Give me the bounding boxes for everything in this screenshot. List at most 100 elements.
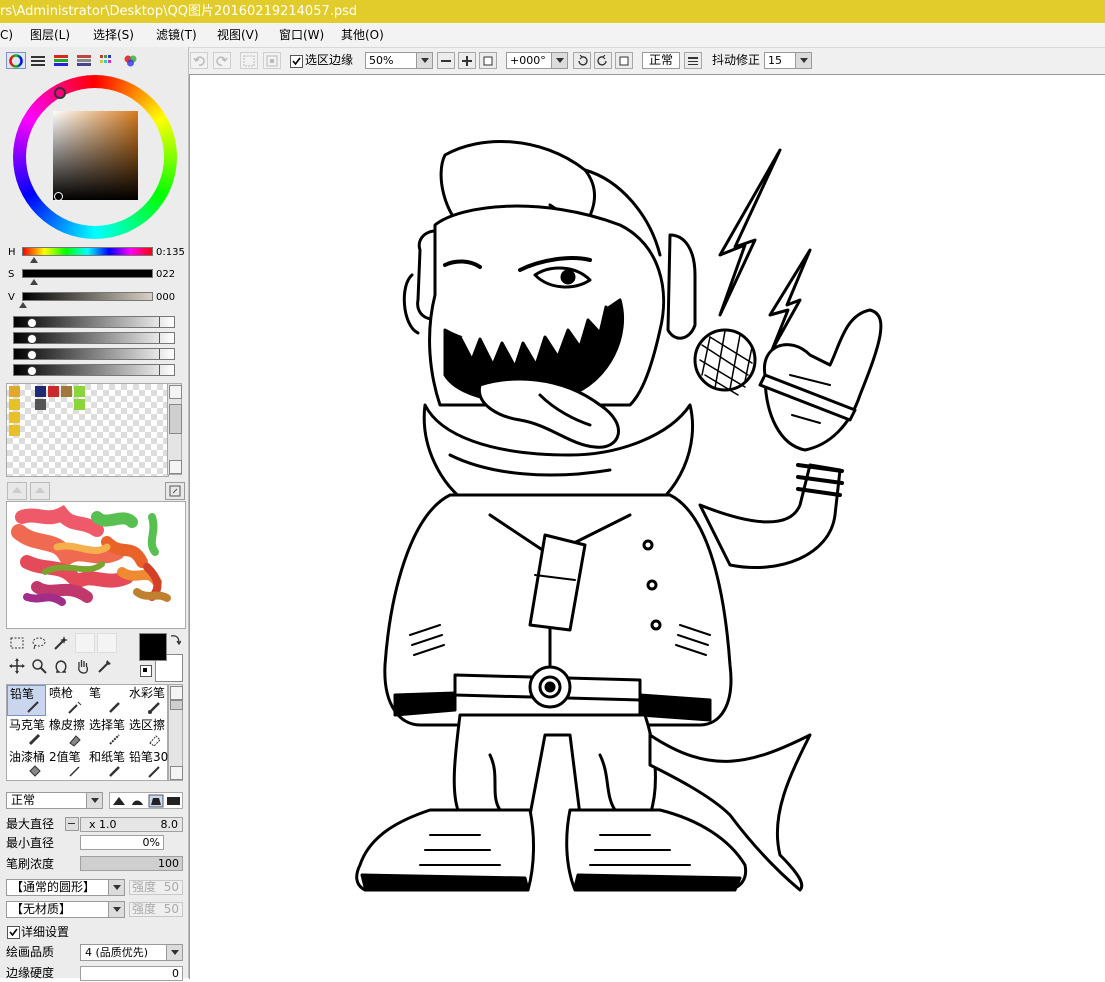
tool-brush[interactable]: 笔	[87, 685, 126, 716]
redo-button[interactable]	[213, 52, 231, 69]
undo-button[interactable]	[190, 52, 208, 69]
brush-shape-selector[interactable]	[109, 792, 183, 809]
rotate-tool[interactable]	[53, 658, 71, 676]
color-mixer-tab[interactable]	[75, 52, 95, 69]
edge-hardness-field[interactable]: 0	[80, 966, 183, 981]
reset-colors-button[interactable]	[140, 665, 152, 677]
saturation-slider[interactable]	[22, 269, 153, 278]
menu-item-other[interactable]: 其他(O)	[341, 23, 384, 47]
menu-item-filter[interactable]: 滤镜(T)	[156, 23, 197, 47]
zoom-combo[interactable]: 50%	[365, 52, 433, 69]
density-field[interactable]: 100	[80, 856, 183, 871]
menu-item-view[interactable]: 视图(V)	[217, 23, 259, 47]
tool-select-pen[interactable]: 选择笔	[87, 717, 126, 748]
swatch[interactable]	[48, 386, 59, 397]
texture-combo[interactable]: 【无材质】	[6, 901, 125, 918]
max-size-field[interactable]: x 1.0 8.0	[80, 817, 183, 832]
saturation-slider-thumb[interactable]	[30, 279, 38, 285]
magic-wand-tool[interactable]	[53, 635, 71, 653]
swatch[interactable]	[9, 399, 20, 410]
saturation-value-square[interactable]	[53, 111, 138, 200]
mix-bar-knob[interactable]	[27, 334, 37, 344]
tool-airbrush[interactable]: 喷枪	[47, 685, 86, 716]
eyedropper-tool[interactable]	[97, 658, 115, 676]
detail-settings-checkbox[interactable]	[7, 926, 20, 939]
max-size-toggle[interactable]	[65, 817, 79, 831]
brush-blend-mode-combo[interactable]: 正常	[6, 792, 103, 809]
hue-slider-thumb[interactable]	[30, 257, 38, 263]
swatch-tab[interactable]	[98, 52, 118, 69]
mix-bar-4[interactable]	[13, 364, 175, 376]
zoom-in-button[interactable]	[458, 52, 476, 69]
value-slider[interactable]	[22, 292, 153, 301]
swatch[interactable]	[9, 412, 20, 423]
swatch[interactable]	[35, 399, 46, 410]
quality-combo[interactable]: 4 (品质优先)	[80, 944, 183, 961]
sv-picker-handle[interactable]	[54, 192, 63, 201]
menu-item-select[interactable]: 选择(S)	[93, 23, 134, 47]
rotate-right-button[interactable]	[594, 52, 612, 69]
swatch[interactable]	[9, 386, 20, 397]
value-slider-thumb[interactable]	[19, 302, 27, 308]
rgb-slider-tab[interactable]	[29, 52, 49, 69]
swap-colors-button[interactable]	[169, 633, 182, 646]
move-tool[interactable]	[9, 658, 27, 676]
tool-pencil[interactable]: 铅笔	[7, 685, 46, 716]
color-wheel-tab[interactable]	[6, 52, 26, 69]
menu-item-file[interactable]: C)	[0, 23, 13, 47]
scroll-up-button[interactable]	[169, 385, 182, 399]
scratchpad-tab[interactable]	[121, 52, 141, 69]
mix-bar-knob[interactable]	[27, 366, 37, 376]
flip-button[interactable]	[684, 52, 702, 69]
foreground-color-swatch[interactable]	[139, 633, 167, 661]
tool-scrollbar[interactable]	[168, 684, 183, 781]
menu-item-layer[interactable]: 图层(L)	[30, 23, 70, 47]
tool-select-eraser[interactable]: 选区擦	[127, 717, 166, 748]
scroll-thumb[interactable]	[169, 404, 182, 434]
drawing-canvas[interactable]	[189, 74, 1105, 979]
scratchpad-canvas[interactable]	[6, 501, 186, 629]
tool-binary-pen[interactable]: 2值笔	[47, 749, 86, 780]
scratchpad-menu-button[interactable]	[165, 482, 185, 500]
tool-washi-pen[interactable]: 和纸笔	[87, 749, 126, 780]
menu-item-window[interactable]: 窗口(W)	[279, 23, 324, 47]
tool-eraser[interactable]: 橡皮擦	[47, 717, 86, 748]
hsv-slider-tab[interactable]	[52, 52, 72, 69]
blend-mode-button[interactable]: 正常	[642, 52, 680, 69]
selection-edge-checkbox[interactable]	[290, 55, 303, 68]
swatch[interactable]	[35, 386, 46, 397]
swatch[interactable]	[61, 386, 72, 397]
lasso-tool[interactable]	[31, 635, 49, 653]
scratchpad-upload-button[interactable]	[7, 482, 27, 500]
invert-selection-button[interactable]	[263, 52, 281, 69]
zoom-out-button[interactable]	[437, 52, 455, 69]
swatch-scrollbar[interactable]	[167, 383, 182, 475]
mix-bar-knob[interactable]	[27, 318, 37, 328]
swatch[interactable]	[74, 386, 85, 397]
mix-bar-3[interactable]	[13, 348, 175, 360]
swatch[interactable]	[9, 425, 20, 436]
scroll-down-button[interactable]	[169, 460, 182, 474]
rotate-left-button[interactable]	[573, 52, 591, 69]
hue-picker-handle[interactable]	[54, 87, 66, 99]
hand-tool[interactable]	[75, 658, 93, 676]
mix-bar-1[interactable]	[13, 316, 175, 328]
zoom-reset-button[interactable]	[479, 52, 497, 69]
scroll-down-button[interactable]	[170, 766, 183, 780]
scroll-up-button[interactable]	[170, 686, 183, 700]
tool-bucket[interactable]: 油漆桶	[7, 749, 46, 780]
tool-pencil30[interactable]: 铅笔30	[127, 749, 168, 780]
mix-bar-knob[interactable]	[27, 350, 37, 360]
stabilizer-combo[interactable]: 15	[764, 52, 812, 69]
deselect-button[interactable]	[240, 52, 258, 69]
mix-bar-2[interactable]	[13, 332, 175, 344]
zoom-tool[interactable]	[31, 658, 49, 676]
hue-slider[interactable]	[22, 247, 153, 256]
rotation-combo[interactable]: +000°	[506, 52, 568, 69]
rect-select-tool[interactable]	[9, 635, 27, 653]
scroll-thumb[interactable]	[170, 700, 183, 710]
rotate-reset-button[interactable]	[615, 52, 633, 69]
tool-marker[interactable]: 马克笔	[7, 717, 46, 748]
tool-watercolor[interactable]: 水彩笔	[127, 685, 166, 716]
brush-shape-combo[interactable]: 【通常的圆形】	[6, 879, 125, 896]
